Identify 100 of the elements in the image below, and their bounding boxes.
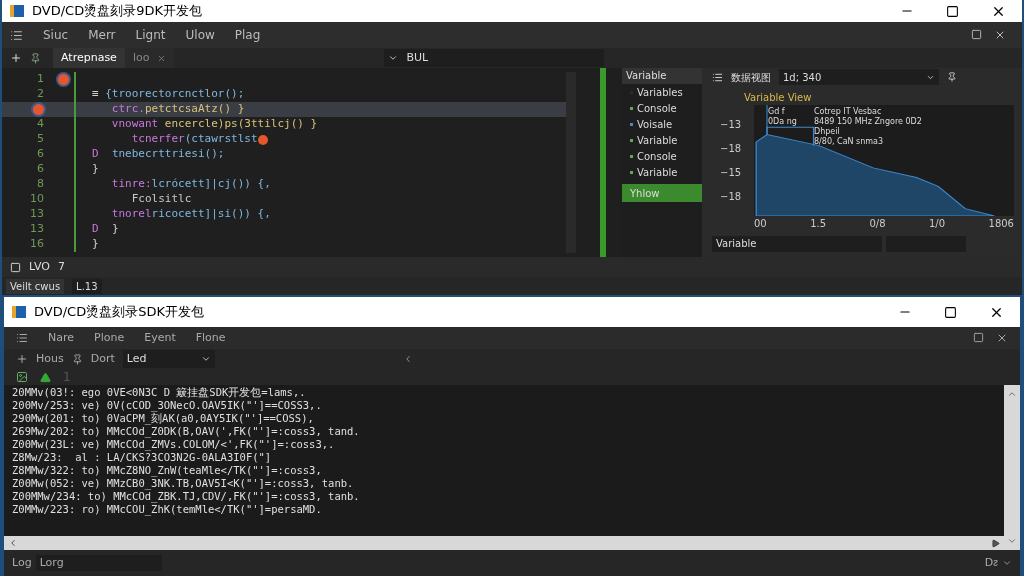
code-text: ≡ {troorectorcnctlor(); xyxy=(92,86,245,103)
log-line: Z8Mw/23: al : LA/CKS?3CO3N2G-0ALA3I0F("] xyxy=(12,451,273,464)
log-field[interactable]: Lorg xyxy=(35,554,162,572)
variable-item[interactable]: Variable xyxy=(637,164,678,180)
chart-annotation: Gd f xyxy=(768,107,786,117)
code-text: Fcolsitlc xyxy=(130,191,192,208)
chart-annotation: 8489 150 MHz Zngore 0D2 xyxy=(814,117,922,127)
breakpoint-icon[interactable] xyxy=(57,74,69,85)
variable-item[interactable]: Console xyxy=(637,148,677,164)
code-text: } xyxy=(92,236,99,253)
vertical-scrollbar[interactable] xyxy=(1004,385,1020,550)
restore-icon[interactable] xyxy=(971,29,982,40)
maximize-icon[interactable] xyxy=(944,305,957,319)
code-text: tnorelricocett]|si()) {, xyxy=(110,206,271,223)
dropdown-icon[interactable] xyxy=(1002,558,1012,568)
line-number: 13 xyxy=(30,221,44,238)
log-line: 200Mv/253: ve) 0V(cCOD_3ONecO.OAV5IK("']==COSS3,. xyxy=(12,399,323,412)
dropdown-icon xyxy=(200,354,211,364)
menu-item[interactable]: Ulow xyxy=(185,26,215,44)
y-tick-label: −13 xyxy=(720,118,743,133)
log-line: Z0MMw/223: ro) MMcCOU_ZhK(temMle</TK("']=persaMD. xyxy=(12,503,323,516)
mode-indicator: Veilt cwus xyxy=(6,278,65,294)
line-number: 13 xyxy=(30,206,44,223)
menu-item[interactable]: Plag xyxy=(234,26,261,44)
x-tick-label: 1/0 xyxy=(929,217,946,231)
chart-dropdown[interactable]: 1d; 340 xyxy=(779,69,939,85)
y-tick-label: −18 xyxy=(720,189,743,204)
search-dropdown[interactable]: BUL xyxy=(384,49,605,67)
editor-tab[interactable]: Atrepnase xyxy=(53,48,125,68)
add-icon[interactable] xyxy=(10,52,22,64)
window-title: DVD/CD烫盘刻录9DK开发包 xyxy=(32,2,202,21)
line-number: 10 xyxy=(30,191,44,208)
toolbar-label: Hous xyxy=(36,350,64,367)
code-text: vnowant encercle)ps(3ttilcj() } xyxy=(110,116,318,133)
menu-item[interactable]: Eyent xyxy=(144,329,176,347)
position-indicator: L.13 xyxy=(72,278,102,294)
scroll-down-icon[interactable] xyxy=(1007,536,1017,546)
status-text: LVO xyxy=(29,258,50,275)
dropdown-icon xyxy=(388,53,399,63)
menu-item[interactable]: Siuc xyxy=(43,26,69,44)
variable-item[interactable]: Voisale xyxy=(637,116,673,132)
list-icon[interactable] xyxy=(712,71,723,83)
breakpoint-icon[interactable] xyxy=(257,134,268,145)
restore-icon[interactable] xyxy=(973,332,984,343)
log-line: Z00Mw(052: ve) MMzCB0_3NK.TB,OAV5I<K("']=:coss3, tanb. xyxy=(12,477,355,490)
chart-annotation: 8/80, CaN snma3 xyxy=(814,137,885,147)
menu-icon[interactable] xyxy=(10,28,23,42)
close-icon[interactable] xyxy=(996,332,1008,344)
line-number: 2 xyxy=(37,86,44,103)
window-title: DVD/CD烫盘刻录SDK开发包 xyxy=(34,303,204,322)
code-text: } xyxy=(92,161,99,178)
app-icon xyxy=(12,306,26,318)
editor-tab[interactable]: loo xyxy=(124,48,175,68)
variable-item[interactable]: Variables xyxy=(637,84,683,100)
toolbar-label: 数据视图 xyxy=(731,70,771,85)
horizontal-scrollbar[interactable] xyxy=(4,536,1004,550)
panel-header: Variable xyxy=(622,68,702,84)
menu-item[interactable]: Flone xyxy=(195,329,226,347)
x-tick-label: 1806 xyxy=(988,217,1014,231)
pin-icon[interactable] xyxy=(30,52,41,64)
chart-title: Variable View xyxy=(744,91,813,105)
code-text: tcnerfer(ctawrstlst xyxy=(130,131,258,148)
pin-icon[interactable] xyxy=(947,72,957,82)
code-text: ctrc.petctcsaAtz() } xyxy=(110,101,245,118)
log-line: 269Mw/202: to) MMcCOd_Z0DK(B,OAV(',FK("']=:coss3, tand. xyxy=(12,425,361,438)
image-icon[interactable] xyxy=(16,371,28,383)
variable-item[interactable]: Variable xyxy=(637,132,678,148)
menu-item[interactable]: Nare xyxy=(48,329,75,347)
toolbar-label: Dort xyxy=(90,350,115,367)
menu-item[interactable]: Merr xyxy=(88,26,116,44)
footer-indicator: Dᴤ xyxy=(984,554,998,571)
menu-item[interactable]: Plone xyxy=(94,329,125,347)
line-number: 8 xyxy=(37,176,44,193)
scroll-right-icon[interactable] xyxy=(991,538,1000,548)
close-icon[interactable] xyxy=(994,29,1006,41)
maximize-icon[interactable] xyxy=(946,4,959,18)
run-icon[interactable] xyxy=(40,371,51,383)
line-number: 5 xyxy=(37,131,44,148)
x-tick-label: 1.5 xyxy=(810,217,827,231)
chart-annotation: 0Da ng xyxy=(768,117,797,127)
code-text: D tnebecrttriesi(); xyxy=(92,146,225,163)
y-tick-label: −18 xyxy=(720,142,743,157)
line-number: 1 xyxy=(37,71,44,88)
tab-close-icon[interactable] xyxy=(157,53,167,63)
variable-field[interactable]: Variable xyxy=(712,236,882,252)
filter-dropdown[interactable]: Led xyxy=(122,350,215,368)
chart-annotation: Dhpeil xyxy=(814,127,841,137)
line-number: 6 xyxy=(37,161,44,178)
scroll-up-icon[interactable] xyxy=(1007,389,1017,399)
variable-item[interactable]: Console xyxy=(637,100,677,116)
line-number: 6 xyxy=(37,146,44,163)
code-text: D } xyxy=(92,221,119,238)
chart-annotation: Cotrep IT Vesbac xyxy=(814,107,883,117)
pin-icon[interactable] xyxy=(71,353,83,365)
code-text: tinre:lcrócett]|cj()) {, xyxy=(110,176,271,193)
line-number: 4 xyxy=(37,116,44,133)
scroll-left-icon[interactable] xyxy=(8,538,18,548)
add-icon[interactable] xyxy=(16,353,28,365)
menu-icon[interactable] xyxy=(16,332,28,344)
menu-item[interactable]: Lignt xyxy=(135,26,166,44)
